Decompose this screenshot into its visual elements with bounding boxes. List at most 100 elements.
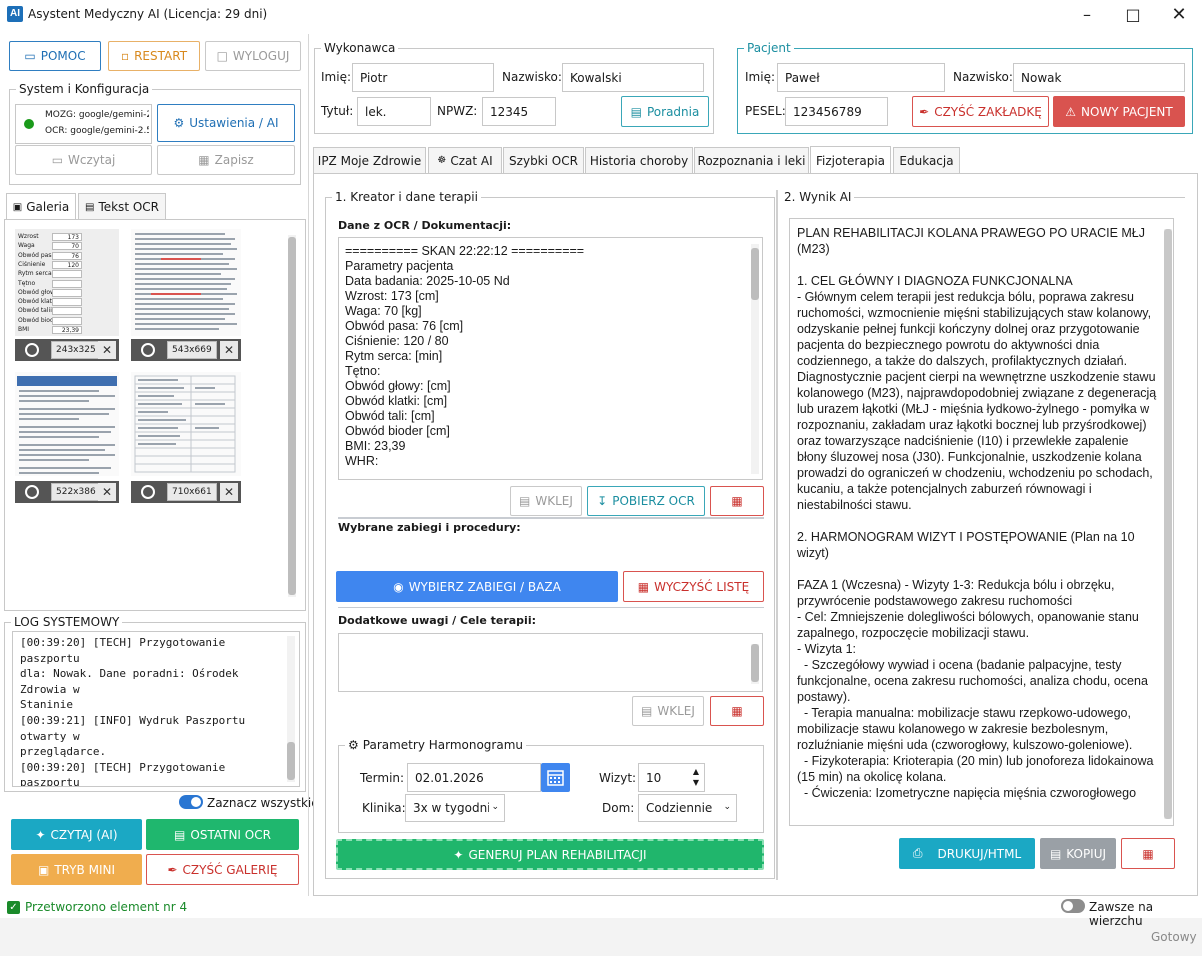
thumbnail-3-bar: 522x386 ✕: [15, 481, 119, 503]
clear-notes-button[interactable]: ▦: [710, 696, 764, 726]
print-html-button[interactable]: ⎙ DRUKUJ/HTML: [899, 838, 1035, 869]
tab-diagnoses-meds[interactable]: Rozpoznania i leki: [694, 147, 809, 173]
thumbnail-1-row: Obwód pasa 76: [18, 251, 116, 260]
save-button[interactable]: ▦ Zapisz: [157, 145, 295, 175]
tab-gallery[interactable]: ▣ Galeria: [6, 193, 76, 220]
gear-icon: ⚙: [348, 738, 359, 752]
generate-plan-button[interactable]: ✦ GENERUJ PLAN REHABILITACJI: [336, 839, 764, 870]
thumbnail-2-bar: 543x669 ✕: [131, 339, 241, 361]
clinic-button[interactable]: ▤ Poradnia: [621, 96, 709, 127]
thumbnail-1[interactable]: Wzrost 173 Waga 70 Obwód pasa 76 Ciśnienie 120 R…: [15, 229, 119, 336]
thumbnail-4-document: [134, 375, 236, 473]
remove-thumbnail-3-button[interactable]: ✕: [98, 483, 116, 501]
thumbnail-3-document: [17, 376, 117, 474]
always-on-top-label: Zawsze na wierzchu: [1089, 900, 1154, 928]
notes-scrollbar[interactable]: [751, 644, 759, 684]
visits-spinbox[interactable]: 10 ▲ ▼: [638, 763, 705, 792]
document-icon: ▤: [174, 827, 186, 842]
paste-ocr-button[interactable]: ▤ WKLEJ: [510, 486, 582, 516]
app-icon: AI: [7, 6, 23, 22]
visits-value: 10: [646, 770, 662, 785]
copy-button[interactable]: ▤ KOPIUJ: [1040, 838, 1116, 869]
mini-mode-button[interactable]: ▣ TRYB MINI: [11, 854, 142, 885]
ocr-scrollbar[interactable]: [751, 244, 759, 474]
eye-icon[interactable]: [141, 485, 155, 499]
remove-thumbnail-2-button[interactable]: ✕: [220, 341, 238, 359]
home-frequency-select[interactable]: Codziennie ⌄: [638, 794, 737, 822]
ocr-data-textarea[interactable]: ========== SKAN 22:22:12 ========== Para…: [338, 237, 763, 480]
thumbnail-1-row: Wzrost 173: [18, 233, 116, 241]
eye-icon[interactable]: [25, 485, 39, 499]
performer-title-input[interactable]: lek.: [357, 97, 431, 126]
performer-last-name-input[interactable]: Kowalski: [562, 63, 704, 92]
performer-first-name-label: Imię:: [321, 70, 351, 84]
settings-button[interactable]: ⚙ Ustawienia / AI: [157, 104, 295, 142]
restart-icon: ▫: [120, 49, 130, 63]
maximize-button[interactable]: □: [1110, 0, 1156, 30]
trash-icon: ▦: [1142, 846, 1154, 861]
tab-physiotherapy[interactable]: Fizjoterapia: [810, 146, 891, 174]
performer-first-name-input[interactable]: Piotr: [352, 63, 494, 92]
log-scrollbar[interactable]: [287, 636, 295, 782]
tab-quick-ocr[interactable]: Szybki OCR: [503, 147, 584, 173]
notes-textarea[interactable]: [338, 633, 763, 692]
eye-icon[interactable]: [25, 343, 39, 357]
tab-medical-history[interactable]: Historia choroby: [585, 147, 693, 173]
calendar-icon[interactable]: [541, 763, 570, 792]
system-log-box[interactable]: [00:39:20] [TECH] Przygotowanie paszport…: [12, 631, 300, 787]
logout-button[interactable]: □ WYLOGUJ: [205, 41, 301, 71]
help-icon: ▭: [24, 49, 36, 63]
procedures-label: Wybrane zabiegi i procedury:: [338, 521, 521, 534]
fetch-ocr-button[interactable]: ↧ POBIERZ OCR: [587, 486, 705, 516]
clear-tab-button[interactable]: ✒ CZYŚĆ ZAKŁADKĘ: [912, 96, 1049, 127]
thumbnail-4[interactable]: [131, 372, 241, 476]
patient-first-name-input[interactable]: Paweł: [777, 63, 945, 92]
clear-ocr-button[interactable]: ▦: [710, 486, 764, 516]
minimize-button[interactable]: –: [1064, 0, 1110, 30]
thumbnail-3[interactable]: [15, 372, 119, 476]
patient-last-name-input[interactable]: Nowak: [1013, 63, 1185, 92]
result-divider: [776, 190, 778, 880]
npwz-label: NPWZ:: [437, 104, 478, 118]
gallery-scrollbar[interactable]: [288, 235, 296, 597]
thumbnail-1-row: Obwód bioder: [18, 316, 116, 325]
choose-procedures-button[interactable]: ◉ WYBIERZ ZABIEGI / BAZA: [336, 571, 618, 602]
select-all-toggle[interactable]: [179, 795, 203, 809]
system-log-legend: LOG SYSTEMOWY: [11, 615, 123, 629]
new-patient-button[interactable]: ⚠ NOWY PACJENT: [1053, 96, 1185, 127]
help-button[interactable]: ▭ POMOC: [9, 41, 101, 71]
result-scrollbar[interactable]: [1164, 229, 1172, 819]
tab-chat-ai[interactable]: ☸ Czat AI: [428, 147, 502, 173]
term-input[interactable]: 02.01.2026: [407, 763, 541, 792]
tab-ipz-moje-zdrowie[interactable]: IPZ Moje Zdrowie: [313, 147, 426, 173]
remove-thumbnail-1-button[interactable]: ✕: [98, 341, 116, 359]
remove-thumbnail-4-button[interactable]: ✕: [220, 483, 238, 501]
pesel-input[interactable]: 123456789: [785, 97, 888, 126]
last-ocr-button[interactable]: ▤ OSTATNI OCR: [146, 819, 299, 850]
trash-icon: ▦: [731, 704, 743, 718]
npwz-input[interactable]: 12345: [482, 97, 556, 126]
clear-list-button[interactable]: ▦ WYCZYŚĆ LISTĘ: [623, 571, 764, 602]
clinic-freq-label: Klinika:: [362, 801, 406, 815]
clear-result-button[interactable]: ▦: [1121, 838, 1175, 869]
result-textarea[interactable]: PLAN REHABILITACJI KOLANA PRAWEGO PO URA…: [789, 218, 1174, 826]
thumbnail-2[interactable]: [131, 229, 241, 336]
restart-button[interactable]: ▫ RESTART: [108, 41, 200, 71]
close-button[interactable]: ✕: [1156, 0, 1202, 30]
system-config-legend: System i Konfiguracja: [16, 82, 153, 96]
spin-arrows-icon[interactable]: ▲ ▼: [693, 766, 699, 788]
thumbnail-1-bar: 243x325 ✕: [15, 339, 119, 361]
clinic-frequency-select[interactable]: 3x w tygodniu ⌄: [405, 794, 505, 822]
load-button[interactable]: ▭ Wczytaj: [15, 145, 152, 175]
always-on-top-toggle[interactable]: [1061, 899, 1085, 913]
check-icon: ✓: [7, 901, 20, 914]
patient-first-name-label: Imię:: [745, 70, 775, 84]
clear-gallery-button[interactable]: ✒ CZYŚĆ GALERIĘ: [146, 854, 299, 885]
tab-ocr-text[interactable]: ▤ Tekst OCR: [78, 193, 166, 220]
eye-icon[interactable]: [141, 343, 155, 357]
ocr-model: OCR: google/gemini-2.5-: [45, 126, 149, 136]
panel-divider: [308, 34, 309, 896]
read-ai-button[interactable]: ✦ CZYTAJ (AI): [11, 819, 142, 850]
tab-education[interactable]: Edukacja: [893, 147, 960, 173]
paste-notes-button[interactable]: ▤ WKLEJ: [632, 696, 704, 726]
